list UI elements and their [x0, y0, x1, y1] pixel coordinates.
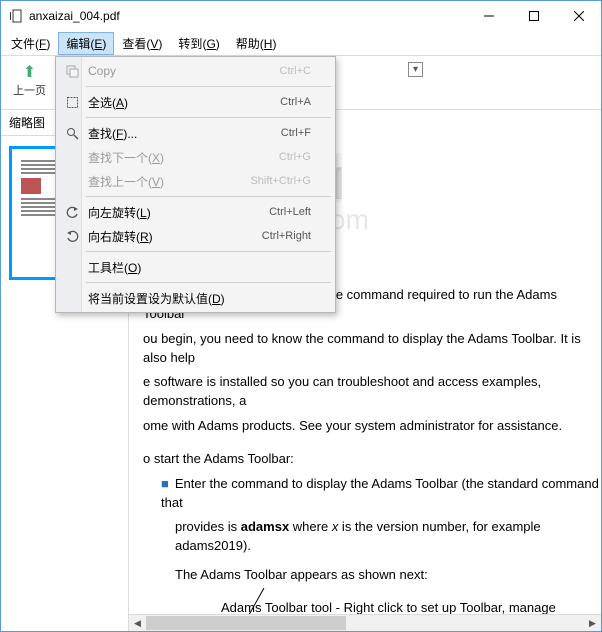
minimize-button[interactable]: [466, 1, 511, 31]
menu-file[interactable]: 文件(F): [3, 32, 58, 55]
app-icon: [9, 9, 23, 23]
scroll-thumb[interactable]: [146, 616, 346, 630]
edit-menu-dropdown: Copy Ctrl+C 全选(A) Ctrl+A 查找(F)... Ctrl+F…: [55, 56, 336, 313]
menu-find-prev[interactable]: 查找上一个(V) Shift+Ctrl+G: [58, 169, 333, 193]
rotate-left-icon: [64, 204, 80, 220]
scroll-right-button[interactable]: ▶: [584, 615, 601, 631]
prev-page-label: 上一页: [13, 82, 46, 98]
maximize-button[interactable]: [511, 1, 556, 31]
prev-page-button[interactable]: ⬆ 上一页: [7, 60, 52, 100]
copy-icon: [64, 63, 80, 79]
menu-goto[interactable]: 转到(G): [170, 32, 227, 55]
menu-find[interactable]: 查找(F)... Ctrl+F: [58, 121, 333, 145]
search-icon: [64, 125, 80, 141]
doc-bullet: ■Enter the command to display the Adams …: [161, 475, 601, 513]
menu-view[interactable]: 查看(V): [114, 32, 170, 55]
menu-copy[interactable]: Copy Ctrl+C: [58, 59, 333, 83]
menu-rotate-right[interactable]: 向右旋转(R) Ctrl+Right: [58, 224, 333, 248]
menu-separator: [86, 117, 331, 118]
annotation-arrow: [239, 588, 269, 614]
doc-text: ou begin, you need to know the command t…: [143, 330, 601, 368]
doc-heading: o start the Adams Toolbar:: [143, 450, 601, 469]
menubar: 文件(F) 编辑(E) 查看(V) 转到(G) 帮助(H): [1, 31, 601, 56]
close-button[interactable]: [556, 1, 601, 31]
rotate-right-icon: [64, 228, 80, 244]
horizontal-scrollbar[interactable]: ◀ ▶: [129, 614, 601, 631]
menu-find-next[interactable]: 查找下一个(X) Ctrl+G: [58, 145, 333, 169]
doc-text: e software is installed so you can troub…: [143, 373, 601, 411]
arrow-up-icon: ⬆: [20, 62, 40, 82]
menu-set-default[interactable]: 将当前设置设为默认值(D): [58, 286, 333, 310]
menu-select-all[interactable]: 全选(A) Ctrl+A: [58, 90, 333, 114]
menu-separator: [86, 86, 331, 87]
doc-text: provides is adamsx where x is the versio…: [175, 518, 601, 556]
window-title: anxaizai_004.pdf: [29, 9, 466, 23]
scroll-left-button[interactable]: ◀: [129, 615, 146, 631]
menu-edit[interactable]: 编辑(E): [58, 32, 114, 55]
menu-separator: [86, 282, 331, 283]
select-all-icon: [64, 94, 80, 110]
toolbar-dropdown-indicator[interactable]: ▾: [408, 62, 423, 77]
menu-rotate-left[interactable]: 向左旋转(L) Ctrl+Left: [58, 200, 333, 224]
menu-help[interactable]: 帮助(H): [228, 32, 285, 55]
menu-separator: [86, 196, 331, 197]
menu-toolbar[interactable]: 工具栏(O): [58, 255, 333, 279]
doc-text: The Adams Toolbar appears as shown next:: [175, 566, 601, 585]
titlebar: anxaizai_004.pdf: [1, 1, 601, 31]
menu-separator: [86, 251, 331, 252]
doc-caption: Adams Toolbar tool - Right click to set …: [221, 599, 601, 614]
doc-text: ome with Adams products. See your system…: [143, 417, 601, 436]
